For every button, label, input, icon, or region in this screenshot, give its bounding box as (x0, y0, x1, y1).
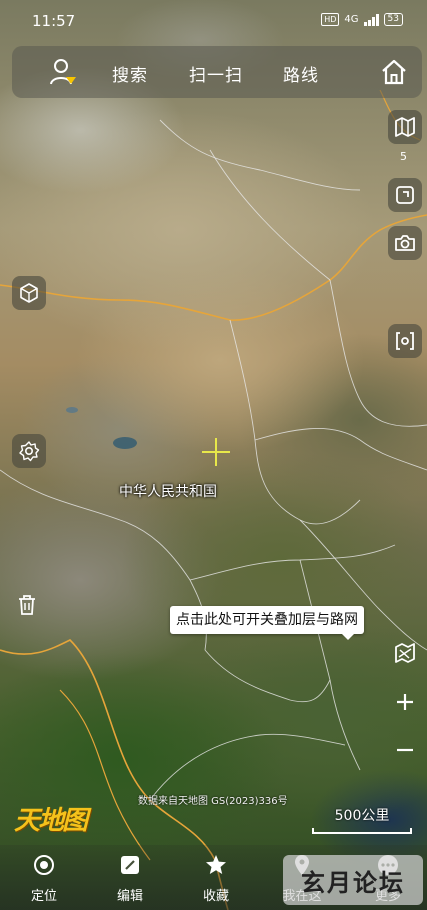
top-toolbar: 搜索 扫一扫 路线 (12, 46, 422, 98)
road-network-icon (395, 643, 415, 663)
route-button[interactable]: 路线 (283, 61, 319, 86)
search-button[interactable]: 搜索 (112, 61, 148, 86)
star-icon (206, 855, 226, 874)
zoom-out-button[interactable] (390, 735, 420, 765)
home-icon[interactable] (380, 58, 408, 86)
screen-capture-icon (396, 332, 414, 350)
user-avatar-icon[interactable] (50, 58, 76, 86)
layers-button[interactable] (388, 110, 422, 144)
gear-icon (19, 441, 40, 462)
nav-favorites-label: 收藏 (202, 889, 229, 904)
signal-icon (363, 13, 379, 26)
zoom-level-label: 5 (400, 150, 407, 163)
network-label: 4G (344, 14, 359, 25)
nav-favorites[interactable]: 收藏 (186, 853, 246, 904)
map-layers-icon (395, 117, 415, 137)
overlay-toggle-button[interactable] (390, 638, 420, 668)
clear-button[interactable] (12, 590, 42, 620)
nav-locate[interactable]: 定位 (14, 853, 74, 904)
nav-edit-label: 编辑 (116, 889, 143, 904)
nav-locate-label: 定位 (30, 889, 57, 904)
expand-icon (396, 186, 414, 204)
map-boundaries (0, 89, 427, 910)
plus-icon (397, 694, 413, 710)
battery-indicator: 53 (383, 13, 403, 26)
scan-button[interactable]: 扫一扫 (189, 61, 243, 86)
scale-bar: 500公里 (312, 805, 412, 834)
3d-view-button[interactable] (12, 276, 46, 310)
locate-icon (34, 855, 54, 875)
map-attribution: 数据来自天地图 GS(2023)336号 (138, 796, 288, 807)
status-bar: 11:57 HD 4G 53 (0, 0, 427, 40)
scale-bar-line (312, 828, 412, 834)
forum-watermark: 玄月论坛 (283, 855, 423, 905)
camera-button[interactable] (388, 226, 422, 260)
status-icons: HD 4G 53 (321, 13, 403, 26)
crosshair (202, 438, 230, 466)
trash-icon (19, 595, 35, 615)
zoom-in-button[interactable] (390, 687, 420, 717)
screenshot-button[interactable] (388, 324, 422, 358)
overlay-tooltip: 点击此处可开关叠加层与路网 (170, 606, 364, 640)
map-settings-button[interactable] (12, 434, 46, 468)
cube-3d-icon (20, 283, 38, 303)
nav-edit[interactable]: 编辑 (100, 853, 160, 904)
scale-label: 500公里 (334, 808, 390, 824)
minus-icon (397, 748, 413, 752)
status-time: 11:57 (32, 12, 76, 30)
country-label: 中华人民共和国 (119, 484, 217, 500)
hd-badge: HD (321, 13, 340, 26)
fullscreen-button[interactable] (388, 178, 422, 212)
tianditu-logo: 天地图 (14, 806, 88, 836)
camera-icon (395, 235, 415, 251)
edit-icon (121, 856, 139, 874)
satellite-map[interactable] (0, 0, 427, 910)
